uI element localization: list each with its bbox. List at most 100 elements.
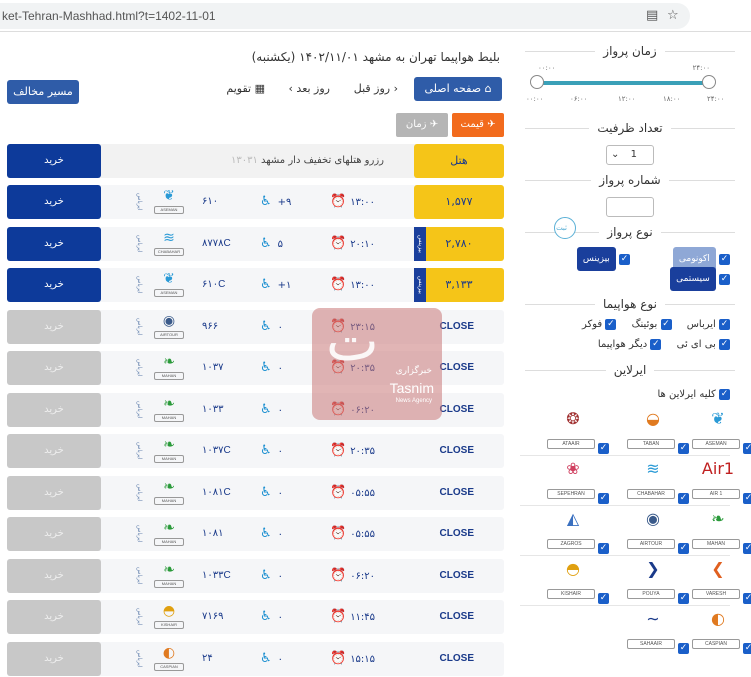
airline-filter-item[interactable]: ◉ AIRTOUR ✓ bbox=[625, 509, 689, 554]
all-airlines-checkbox[interactable]: ✓ کلیه ایرلاین ها bbox=[658, 385, 730, 405]
buy-button[interactable]: خرید bbox=[7, 185, 101, 219]
airline-filter-item[interactable]: ◓ KISHAIR ✓ bbox=[545, 559, 609, 604]
airline-filter-item[interactable]: ∽ SAHAAIR ✓ bbox=[625, 609, 689, 654]
checkbox-checked-icon[interactable]: ✓ bbox=[678, 493, 689, 504]
seat-count: ♿ ۰ bbox=[260, 559, 283, 594]
aircraft-fokker[interactable]: ✓ فوکر bbox=[582, 315, 617, 335]
flight-number-input[interactable] bbox=[606, 197, 654, 217]
calendar-link[interactable]: ▦ تقویم bbox=[226, 82, 265, 95]
aircraft-type: ایرباس bbox=[136, 649, 143, 668]
seat-icon: ♿ bbox=[260, 484, 272, 500]
checkbox-checked-icon[interactable]: ✓ bbox=[743, 493, 751, 504]
slider-handle-min[interactable] bbox=[530, 75, 544, 89]
status-closed: CLOSE bbox=[439, 486, 474, 498]
airline-logo-icon: ❧ bbox=[163, 437, 175, 453]
airline-filter-item[interactable]: ◐ CASPIAN ✓ bbox=[690, 609, 751, 654]
checkbox-checked-icon[interactable]: ✓ bbox=[678, 643, 689, 654]
aircraft-type: ایرباس bbox=[136, 566, 143, 585]
airline-filter-item[interactable]: ≋ CHABAHAR ✓ bbox=[625, 459, 689, 504]
buy-button[interactable]: خرید bbox=[7, 226, 101, 261]
flight-row: CLOSE ⏰ ۰۵:۵۵ ♿ ۰ ۱۰۸۱C ❧ MAHAN ایرباس خرید bbox=[7, 475, 504, 510]
buy-button[interactable]: خرید bbox=[7, 309, 101, 344]
flight-row: CLOSE ⏰ ۰۵:۵۵ ♿ ۰ ۱۰۸۱ ❧ MAHAN ایرباس خرید bbox=[7, 517, 504, 551]
airline-filter-item[interactable]: ❧ MAHAN ✓ bbox=[690, 509, 751, 554]
checkbox-checked-icon[interactable]: ✓ bbox=[598, 493, 609, 504]
checkbox-checked-icon[interactable]: ✓ bbox=[598, 593, 609, 604]
airline-logo: ❦ ASEMAN bbox=[152, 187, 186, 217]
prev-day-link[interactable]: ‹ روز قبل bbox=[354, 82, 398, 95]
buy-button[interactable]: خرید bbox=[7, 517, 101, 551]
checkbox-checked-icon[interactable]: ✓ bbox=[719, 273, 730, 285]
buy-button[interactable]: خرید bbox=[7, 600, 101, 634]
tasnim-logo-icon: ت bbox=[326, 309, 379, 374]
buy-button[interactable]: خرید bbox=[7, 351, 101, 385]
home-button[interactable]: ⌂ صفحه اصلی bbox=[414, 77, 502, 101]
checkbox-checked-icon[interactable]: ✓ bbox=[678, 593, 689, 604]
aircraft-type: ایرباس bbox=[136, 193, 143, 211]
flight-type-title: نوع پرواز ثبت bbox=[520, 217, 740, 243]
buy-button[interactable]: خرید bbox=[7, 268, 101, 302]
reverse-route-button[interactable]: مسیر مخالف bbox=[7, 80, 79, 104]
sort-time-button[interactable]: ✈ زمان bbox=[396, 113, 448, 137]
airline-filter-item[interactable]: ◭ ZAGROS ✓ bbox=[545, 509, 609, 554]
checkbox-checked-icon[interactable]: ✓ bbox=[743, 543, 751, 554]
aircraft-other[interactable]: ✓ دیگر هواپیما bbox=[598, 335, 662, 355]
flight-type-system[interactable]: ✓ سیستمی bbox=[670, 267, 730, 291]
airline-logo: ❧ MAHAN bbox=[152, 519, 186, 549]
aircraft-airbus[interactable]: ✓ ایرباس bbox=[687, 315, 730, 335]
checkbox-checked-icon[interactable]: ✓ bbox=[678, 543, 689, 554]
airline-logo: ❧ MAHAN bbox=[152, 478, 186, 508]
calendar-icon: ▦ bbox=[254, 82, 265, 95]
hotel-text[interactable]: رزرو هتلهای تخفیف دار مشهد ۱۳۰۳۱ bbox=[231, 144, 384, 178]
time-range-slider[interactable]: ۰۰:۰۰ ۲۴:۰۰ ۰۰:۰۰ ۰۶:۰۰ ۱۲:۰۰ ۱۸:۰۰ ۲۴:۰… bbox=[520, 62, 740, 117]
airline-filter-item[interactable]: ❀ SEPEHRAN ✓ bbox=[545, 459, 609, 504]
divider bbox=[520, 555, 730, 556]
airline-logo-icon: ❦ bbox=[163, 271, 175, 287]
buy-button[interactable]: خرید bbox=[7, 641, 101, 676]
buy-button[interactable]: خرید bbox=[7, 558, 101, 593]
flight-number: ۱۰۳۷ bbox=[202, 362, 224, 373]
airline-logo: ≋ CHABAHAR bbox=[152, 229, 186, 259]
seat-icon: ♿ bbox=[260, 360, 272, 375]
aircraft-bae[interactable]: ✓ بی ای ئی bbox=[677, 335, 730, 355]
checkbox-checked-icon[interactable]: ✓ bbox=[619, 253, 630, 265]
capacity-title: تعداد ظرفیت bbox=[520, 117, 740, 139]
airline-logo: ❧ MAHAN bbox=[152, 395, 186, 425]
checkbox-checked-icon[interactable]: ✓ bbox=[598, 543, 609, 554]
checkbox-checked-icon[interactable]: ✓ bbox=[743, 443, 751, 454]
hotel-buy-button[interactable]: خرید bbox=[7, 144, 101, 178]
aircraft-boeing[interactable]: ✓ بوئینگ bbox=[632, 315, 672, 335]
airline-filter-item[interactable]: ❂ ATAAIR ✓ bbox=[545, 409, 609, 454]
checkbox-checked-icon[interactable]: ✓ bbox=[598, 443, 609, 454]
checkbox-checked-icon[interactable]: ✓ bbox=[743, 643, 751, 654]
airline-filter-item[interactable]: ❦ ASEMAN ✓ bbox=[690, 409, 751, 454]
divider bbox=[520, 605, 730, 606]
capacity-select[interactable]: ⌄ 1 bbox=[606, 145, 654, 165]
slider-handle-max[interactable] bbox=[702, 75, 716, 89]
alarm-clock-icon: ⏰ bbox=[330, 526, 347, 541]
airline-logo: ❧ MAHAN bbox=[152, 353, 186, 383]
divider bbox=[520, 455, 730, 456]
buy-button[interactable]: خرید bbox=[7, 475, 101, 510]
star-icon[interactable]: ☆ bbox=[667, 8, 679, 23]
airline-filter-item[interactable]: ❮ POUYA ✓ bbox=[625, 559, 689, 604]
buy-button[interactable]: خرید bbox=[7, 434, 101, 468]
airline-filter-item[interactable]: ❯ VARESH ✓ bbox=[690, 559, 751, 604]
next-day-link[interactable]: روز بعد › bbox=[289, 82, 330, 95]
airline-filter-item[interactable]: Air1 AIR 1 ✓ bbox=[690, 459, 751, 504]
airline-logo-icon: ❧ bbox=[711, 509, 725, 528]
checkbox-checked-icon[interactable]: ✓ bbox=[678, 443, 689, 454]
airline-filter-item[interactable]: ◒ TABAN ✓ bbox=[625, 409, 689, 454]
buy-button[interactable]: خرید bbox=[7, 392, 101, 427]
checkbox-checked-icon[interactable]: ✓ bbox=[719, 253, 730, 265]
aircraft-title: نوع هواپیما bbox=[520, 293, 740, 315]
url-field[interactable]: ket-Tehran-Mashhad.html?t=1402-11-01 bbox=[0, 3, 690, 29]
submit-circle-button[interactable]: ثبت bbox=[554, 217, 576, 239]
reader-mode-icon[interactable]: ▤ bbox=[646, 8, 658, 23]
flight-number: ۱۰۸۱ bbox=[202, 528, 224, 539]
seat-count: ♿ ۰ bbox=[260, 600, 283, 635]
sort-price-button[interactable]: ✈ قیمت bbox=[452, 113, 504, 137]
flight-number: ۲۴ bbox=[202, 652, 213, 664]
departure-time: ⏰ ۰۵:۵۵ bbox=[330, 517, 375, 552]
checkbox-checked-icon[interactable]: ✓ bbox=[743, 593, 751, 604]
